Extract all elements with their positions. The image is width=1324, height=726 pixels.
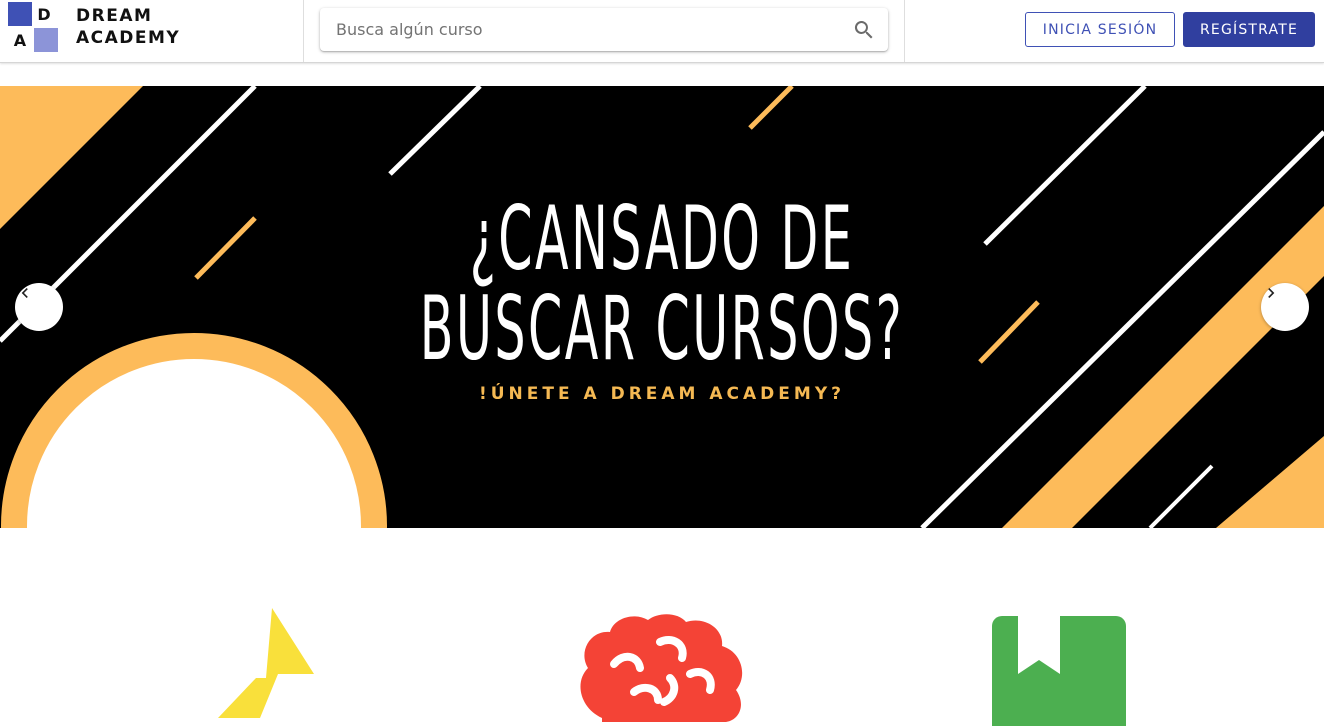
- logo-letter-d: D: [37, 4, 51, 24]
- login-button[interactable]: INICIA SESIÓN: [1025, 12, 1175, 47]
- logo-mark: D A: [8, 2, 60, 52]
- dream-academy-logo[interactable]: D A DREAM ACADEMY: [8, 2, 188, 54]
- logo-square-dark: [8, 2, 32, 26]
- carousel-next-button[interactable]: [1261, 283, 1309, 331]
- hero-carousel: ¿CANSADO DE BUSCAR CURSOS? !ÚNETE A DREA…: [0, 86, 1324, 528]
- top-app-bar: D A DREAM ACADEMY INICIA SESIÓN REGÍSTRA…: [0, 0, 1324, 63]
- search-box: [320, 8, 888, 51]
- header-divider-right: [904, 0, 905, 62]
- register-button[interactable]: REGÍSTRATE: [1183, 12, 1315, 47]
- chevron-left-icon: [21, 288, 28, 298]
- lightning-icon: [218, 608, 314, 718]
- hero-headline: ¿CANSADO DE BUSCAR CURSOS?: [252, 194, 1073, 374]
- chevron-right-icon: [1268, 288, 1275, 298]
- header-divider-left: [303, 0, 304, 62]
- logo-letter-a: A: [13, 30, 27, 50]
- search-icon[interactable]: [852, 18, 876, 42]
- logo-wordmark-line1: DREAM: [76, 6, 153, 26]
- hero-subheadline: !ÚNETE A DREAM ACADEMY?: [478, 384, 845, 404]
- search-input[interactable]: [320, 8, 840, 51]
- logo-wordmark-line2: ACADEMY: [76, 28, 181, 48]
- brain-icon: [580, 614, 743, 722]
- carousel-prev-button[interactable]: [15, 283, 63, 331]
- hero-headline-line1: ¿CANSADO DE: [469, 187, 855, 290]
- bookmark-book-icon: [992, 616, 1126, 726]
- hero-headline-line2: BUSCAR CURSOS?: [419, 277, 905, 380]
- logo-square-light: [34, 28, 58, 52]
- logo-wordmark: DREAM ACADEMY: [76, 5, 180, 49]
